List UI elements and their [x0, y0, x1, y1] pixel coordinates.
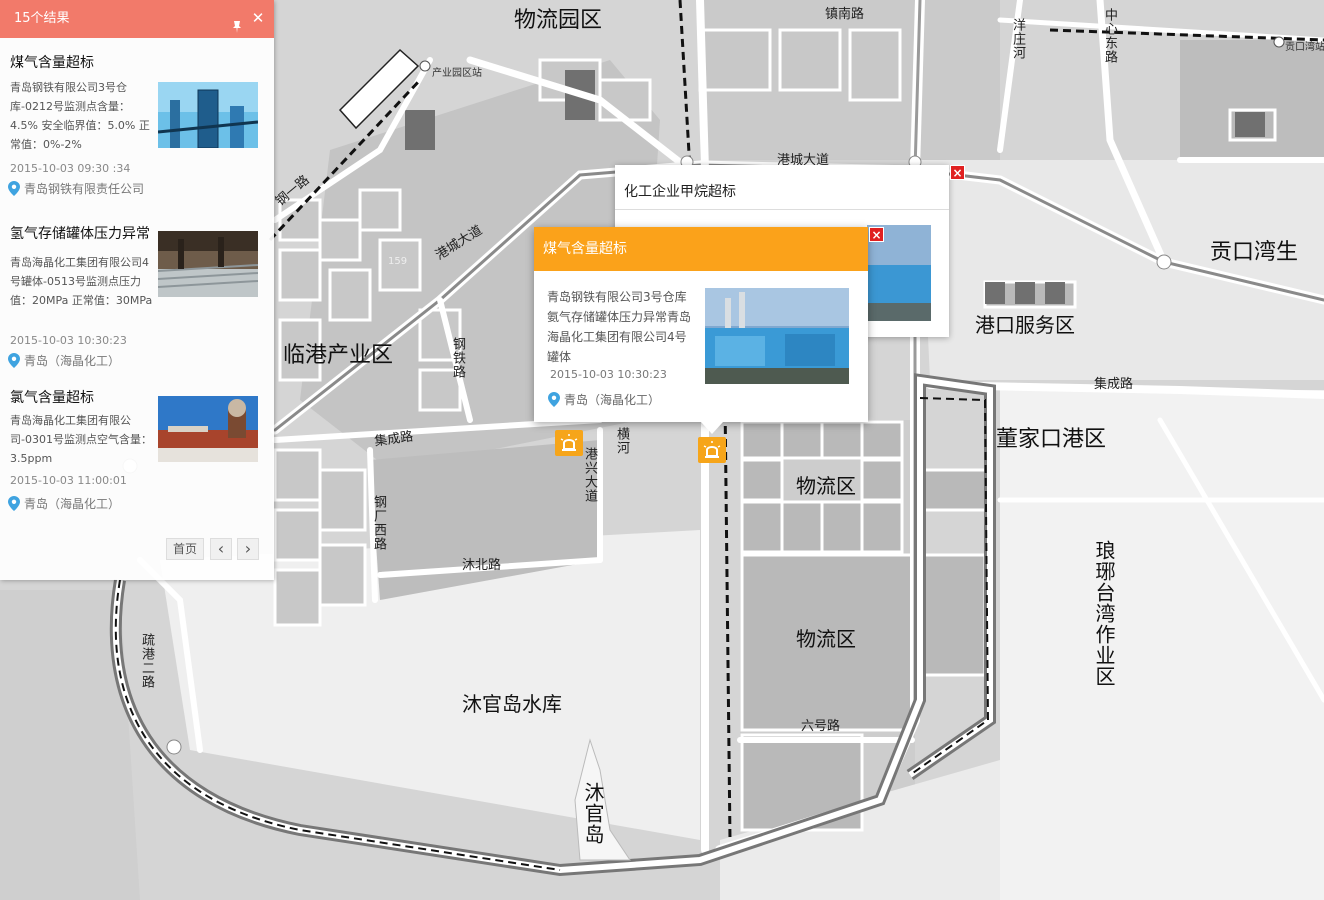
area-label-gongkou: 贡口湾生 [1210, 240, 1299, 265]
alarm-marker[interactable] [555, 430, 583, 456]
pager-next-button[interactable]: › [237, 538, 259, 560]
popup-title: 煤气含量超标 [534, 227, 868, 271]
alarm-marker[interactable] [698, 437, 726, 463]
road-label: 横河 [614, 427, 629, 455]
road-label: 六号路 [801, 719, 841, 734]
road-label: 疏港二路 [139, 633, 154, 689]
station-label: 贡口湾站 [1285, 42, 1324, 53]
popup-time: 2015-10-03 10:30:23 [550, 368, 667, 381]
location-pin-icon [548, 392, 560, 407]
area-label-logistics-park: 物流园区 [514, 8, 603, 33]
close-icon[interactable]: × [869, 227, 884, 242]
divider [615, 209, 949, 210]
results-panel: 15个结果 ✕ 煤气含量超标 青岛钢铁有限公司3号仓库-0212号监测点含量：4… [0, 0, 274, 580]
area-label-logistics-2: 物流区 [796, 627, 856, 651]
result-title: 煤气含量超标 [10, 55, 94, 71]
area-label-logistics-1: 物流区 [796, 474, 856, 498]
result-desc: 青岛海晶化工集团有限公司-0301号监测点空气含量：3.5ppm [10, 414, 152, 465]
results-header: 15个结果 ✕ [0, 0, 274, 38]
area-label-port-service: 港口服务区 [975, 313, 1075, 337]
popup-title: 化工企业甲烷超标 [624, 184, 736, 200]
location-pin-icon [8, 181, 20, 196]
area-label-langya: 琅琊台湾作业区 [1092, 540, 1116, 687]
area-label-lingang: 临港产业区 [283, 343, 394, 368]
road-label: 镇南路 [825, 7, 865, 22]
result-title: 氯气含量超标 [10, 390, 94, 406]
result-desc: 青岛钢铁有限公司3号仓库-0212号监测点含量：4.5% 安全临界值：5.0% … [10, 81, 150, 151]
result-location: 青岛（海晶化工） [8, 352, 120, 369]
popup-pointer [701, 422, 723, 434]
road-label: 洋庄河 [1010, 18, 1025, 60]
pager-first-button[interactable]: 首页 [166, 538, 204, 560]
area-label-reservoir: 沐官岛水库 [462, 692, 562, 716]
pin-icon[interactable] [230, 12, 244, 33]
result-thumbnail[interactable] [158, 396, 258, 462]
station-label: 产业园区站 [432, 68, 482, 79]
results-count: 15个结果 [14, 11, 70, 26]
result-time: 2015-10-03 09:30 :34 [10, 162, 131, 175]
location-pin-icon [8, 496, 20, 511]
result-thumbnail[interactable] [158, 231, 258, 297]
popup-image [705, 288, 849, 384]
pager-prev-button[interactable]: ‹ [210, 538, 232, 560]
close-icon[interactable]: ✕ [250, 9, 266, 27]
result-thumbnail[interactable] [158, 82, 258, 148]
result-desc: 青岛海晶化工集团有限公司4号罐体-0513号监测点压力值：20MPa 正常值：3… [10, 256, 153, 307]
close-icon[interactable]: × [950, 165, 965, 180]
result-location: 青岛钢铁有限责任公司 [8, 180, 144, 197]
area-label-mugd-island: 沐官岛 [581, 782, 605, 845]
result-title: 氢气存储罐体压力异常 [10, 226, 150, 242]
road-label: 钢厂西路 [371, 495, 386, 551]
road-number-label: 159 [388, 256, 408, 267]
area-label-dongjiakou: 董家口港区 [996, 427, 1107, 452]
alarm-light-icon [703, 441, 721, 458]
result-location: 青岛（海晶化工） [8, 495, 120, 512]
result-time: 2015-10-03 11:00:01 [10, 474, 127, 487]
road-label: 中心东路 [1102, 8, 1117, 64]
popup-location: 青岛（海晶化工） [548, 391, 660, 408]
road-label: 集成路 [1094, 377, 1134, 392]
road-label: 沐北路 [462, 558, 502, 573]
popup-desc: 青岛钢铁有限公司3号仓库氨气存储罐体压力异常青岛海晶化工集团有限公司4号罐体 [547, 290, 692, 364]
info-popup-gas: 煤气含量超标 青岛钢铁有限公司3号仓库氨气存储罐体压力异常青岛海晶化工集团有限公… [534, 227, 868, 434]
result-time: 2015-10-03 10:30:23 [10, 334, 127, 347]
alarm-light-icon [560, 434, 578, 451]
road-label: 钢铁路 [450, 337, 465, 379]
road-label: 港兴大道 [582, 447, 597, 503]
location-pin-icon [8, 353, 20, 368]
